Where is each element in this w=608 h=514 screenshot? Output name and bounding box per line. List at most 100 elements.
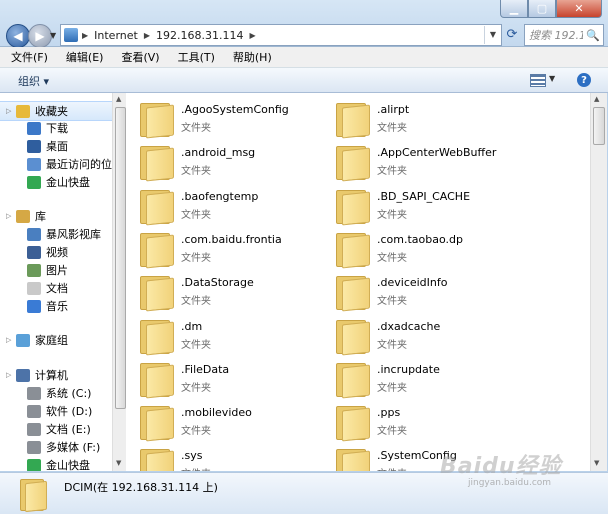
recent-pages-dropdown[interactable]: ▼ — [50, 31, 56, 40]
expand-arrow-icon[interactable]: ▷ — [6, 336, 16, 344]
nav-item-label: 收藏夹 — [35, 105, 68, 118]
command-bar: 组织 ▾ ▼ ? — [0, 68, 608, 93]
breadcrumb-separator-icon[interactable]: ▶ — [82, 31, 88, 40]
folder-name: .AppCenterWebBuffer — [377, 146, 497, 160]
breadcrumb-host[interactable]: 192.168.31.114 — [156, 29, 243, 42]
address-bar[interactable]: ▶ Internet ▶ 192.168.31.114 ▶ ▼ — [60, 24, 502, 46]
view-options-dropdown[interactable]: ▼ — [549, 74, 555, 83]
navigation-scrollbar[interactable]: ▲ ▼ — [112, 93, 127, 471]
breadcrumb-separator-icon[interactable]: ▶ — [249, 31, 255, 40]
nav-item[interactable]: 金山快盘 — [0, 173, 112, 191]
close-button[interactable]: ✕ — [556, 0, 602, 18]
watermark-text: Baidu经验 — [440, 454, 562, 479]
navigation-scroll-thumb[interactable] — [115, 107, 126, 409]
folder-tile[interactable]: .sys 文件夹 — [126, 443, 316, 471]
nav-item-label: 暴风影视库 — [46, 228, 101, 241]
folder-type-label: 文件夹 — [181, 166, 211, 178]
folder-icon-front — [146, 104, 174, 139]
nav-item[interactable]: 文档 — [0, 279, 112, 297]
nav-item-label: 下载 — [46, 122, 68, 135]
refresh-button[interactable]: ⟳ — [503, 24, 521, 44]
nav-item[interactable]: 桌面 — [0, 137, 112, 155]
scroll-up-arrow-icon[interactable]: ▲ — [116, 95, 121, 103]
menu-tools[interactable]: 工具(T) — [167, 49, 222, 65]
folder-tile[interactable]: .FileData 文件夹 — [126, 357, 316, 399]
search-icon: 🔍 — [586, 28, 600, 42]
help-icon: ? — [581, 74, 587, 86]
homegroup-icon — [16, 333, 30, 347]
menu-help[interactable]: 帮助(H) — [222, 49, 279, 65]
minimize-button[interactable]: ▁ — [500, 0, 528, 18]
folder-tile[interactable]: .baofengtemp 文件夹 — [126, 184, 316, 226]
computer-icon — [16, 368, 30, 382]
scroll-down-arrow-icon[interactable]: ▼ — [116, 459, 121, 467]
folder-tile[interactable]: .dxadcache 文件夹 — [322, 314, 512, 355]
expand-arrow-icon[interactable]: ▷ — [6, 107, 16, 115]
music-icon — [27, 299, 41, 313]
file-list-scroll-thumb[interactable] — [593, 107, 605, 145]
nav-item[interactable]: 多媒体 (F:) — [0, 438, 112, 456]
folder-tile[interactable]: .AgooSystemConfig 文件夹 — [126, 97, 316, 139]
folder-type-label: 文件夹 — [181, 252, 211, 264]
nav-item[interactable]: ▷ 家庭组 — [0, 331, 112, 349]
folder-type-label: 文件夹 — [377, 209, 407, 221]
nav-item[interactable]: ▷ 收藏夹 — [0, 101, 112, 121]
breadcrumb-internet[interactable]: Internet — [94, 29, 138, 42]
nav-item[interactable]: 软件 (D:) — [0, 402, 112, 420]
scroll-up-arrow-icon[interactable]: ▲ — [594, 95, 599, 103]
folder-type-label: 文件夹 — [377, 166, 407, 178]
search-box[interactable]: 搜索 192.1... 🔍 — [524, 24, 604, 46]
menu-file[interactable]: 文件(F) — [0, 49, 55, 65]
menu-edit[interactable]: 编辑(E) — [55, 49, 111, 65]
folder-icon — [336, 231, 370, 269]
folder-tile[interactable]: .deviceidInfo 文件夹 — [322, 270, 512, 312]
nav-item[interactable]: 系统 (C:) — [0, 384, 112, 402]
file-list: .AgooSystemConfig 文件夹 .alirpt 文件夹 .android_m… — [126, 93, 590, 471]
nav-item-label: 文档 (E:) — [46, 423, 91, 436]
help-button[interactable]: ? — [577, 73, 591, 87]
folder-name: .FileData — [181, 362, 230, 376]
forward-button[interactable]: ▶ — [28, 24, 52, 48]
folder-icon-front — [342, 364, 370, 399]
folder-name: .baofengtemp — [181, 189, 259, 203]
file-list-scrollbar[interactable]: ▲ ▼ — [590, 93, 607, 471]
breadcrumb-separator-icon[interactable]: ▶ — [144, 31, 150, 40]
folder-icon — [140, 447, 174, 471]
folder-tile[interactable]: .DataStorage 文件夹 — [126, 270, 316, 312]
nav-item[interactable]: 暴风影视库 — [0, 225, 112, 243]
maximize-button[interactable]: ▢ — [528, 0, 556, 18]
folder-tile[interactable]: .alirpt 文件夹 — [322, 97, 512, 139]
folder-tile[interactable]: .AppCenterWebBuffer 文件夹 — [322, 140, 512, 182]
folder-tile[interactable]: .incrupdate 文件夹 — [322, 357, 512, 399]
nav-item[interactable]: 最近访问的位置 — [0, 155, 112, 173]
view-options-icon[interactable] — [530, 74, 546, 87]
nav-item[interactable]: ▷ 库 — [0, 207, 112, 225]
folder-name: .dxadcache — [377, 319, 441, 333]
nav-item-label: 家庭组 — [35, 334, 68, 347]
nav-item[interactable]: 金山快盘 — [0, 456, 112, 471]
folder-type-label: 文件夹 — [377, 426, 407, 438]
folder-tile[interactable]: .mobilevideo 文件夹 — [126, 400, 316, 442]
nav-item[interactable]: 视频 — [0, 243, 112, 261]
organize-button[interactable]: 组织 ▾ — [18, 73, 49, 89]
expand-arrow-icon[interactable]: ▷ — [6, 212, 16, 220]
folder-tile[interactable]: .com.baidu.frontia 文件夹 — [126, 227, 316, 269]
search-input[interactable]: 搜索 192.1... — [529, 27, 583, 43]
folder-type-label: 文件夹 — [181, 296, 211, 308]
folder-tile[interactable]: .pps 文件夹 — [322, 400, 512, 442]
scroll-down-arrow-icon[interactable]: ▼ — [594, 459, 599, 467]
nav-item[interactable]: 音乐 — [0, 297, 112, 315]
back-button[interactable]: ◀ — [6, 24, 30, 48]
menu-view[interactable]: 查看(V) — [110, 49, 166, 65]
nav-item[interactable]: 下载 — [0, 119, 112, 137]
nav-item[interactable]: 图片 — [0, 261, 112, 279]
folder-tile[interactable]: .android_msg 文件夹 — [126, 140, 316, 182]
folder-tile[interactable]: .BD_SAPI_CACHE 文件夹 — [322, 184, 512, 226]
folder-icon-front — [342, 277, 370, 312]
nav-item[interactable]: 文档 (E:) — [0, 420, 112, 438]
folder-tile[interactable]: .dm 文件夹 — [126, 314, 316, 355]
nav-item[interactable]: ▷ 计算机 — [0, 366, 112, 384]
folder-tile[interactable]: .com.taobao.dp 文件夹 — [322, 227, 512, 269]
expand-arrow-icon[interactable]: ▷ — [6, 371, 16, 379]
address-history-dropdown[interactable]: ▼ — [484, 26, 501, 44]
